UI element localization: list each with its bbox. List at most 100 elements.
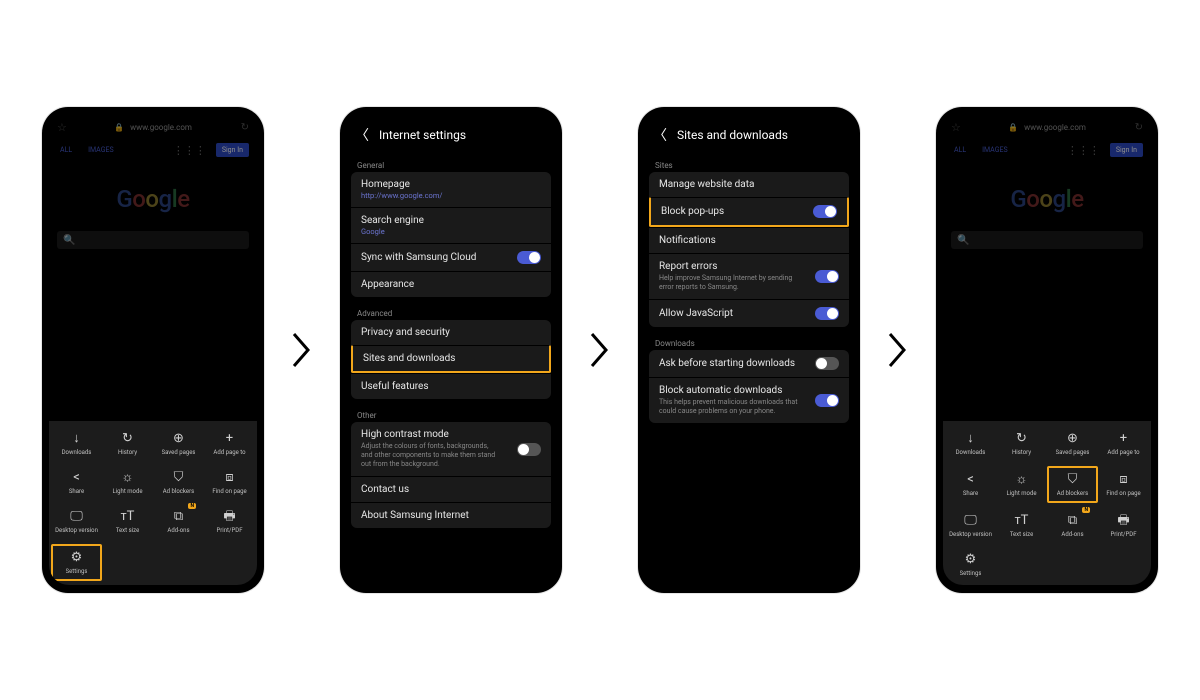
back-icon[interactable]: 〈 (355, 125, 369, 145)
shield-icon: ⛉ (174, 470, 184, 485)
toggle-ask-before-dl[interactable] (815, 357, 839, 370)
refresh-icon[interactable]: ↻ (241, 122, 249, 133)
share-icon: < (73, 470, 80, 485)
menu-desktop-version[interactable]: 🖵Desktop version (945, 509, 996, 542)
find-icon: ⧈ (225, 470, 233, 485)
setting-privacy[interactable]: Privacy and security (351, 320, 551, 345)
globe-icon: ⊕ (173, 431, 184, 446)
menu-saved-pages[interactable]: ⊕Saved pages (1047, 427, 1098, 460)
bookmark-star-icon[interactable]: ☆ (951, 121, 961, 134)
setting-about[interactable]: About Samsung Internet (351, 502, 551, 528)
chevron-right-icon (880, 330, 916, 370)
settings-title: Internet settings (379, 128, 466, 142)
menu-share[interactable]: <Share (51, 466, 102, 499)
setting-manage-website-data[interactable]: Manage website data (649, 172, 849, 197)
chevron-right-icon (582, 330, 618, 370)
tab-all[interactable]: ALL (951, 144, 969, 156)
section-other: Other (347, 405, 555, 422)
menu-settings[interactable]: ⚙Settings (51, 544, 102, 581)
plugin-icon: ⧉ (1068, 513, 1077, 528)
section-sites: Sites (645, 155, 853, 172)
menu-print-pdf[interactable]: 🖶Print/PDF (1098, 509, 1149, 542)
menu-light-mode[interactable]: ☼Light mode (996, 466, 1047, 503)
menu-print-pdf[interactable]: 🖶Print/PDF (204, 505, 255, 538)
menu-find-on-page[interactable]: ⧈Find on page (1098, 466, 1149, 503)
setting-block-popups[interactable]: Block pop-ups (649, 197, 849, 227)
setting-sync[interactable]: Sync with Samsung Cloud (351, 243, 551, 271)
toggle-sync[interactable] (517, 251, 541, 264)
plus-icon: + (1120, 431, 1127, 446)
menu-downloads[interactable]: ↓Downloads (945, 427, 996, 460)
apps-grid-icon[interactable]: ⋮⋮⋮ (1067, 144, 1100, 157)
menu-add-ons[interactable]: ⧉NAdd-ons (153, 505, 204, 538)
textsize-icon: ᴛT (1015, 513, 1029, 528)
url-text: www.google.com (1024, 123, 1086, 132)
history-icon: ↻ (122, 431, 133, 446)
menu-history[interactable]: ↻History (996, 427, 1047, 460)
back-icon[interactable]: 〈 (653, 125, 667, 145)
section-advanced: Advanced (347, 303, 555, 320)
search-input[interactable]: 🔍 (57, 231, 249, 249)
menu-add-page[interactable]: +Add page to (204, 427, 255, 460)
menu-share[interactable]: <Share (945, 466, 996, 503)
find-icon: ⧈ (1119, 472, 1127, 487)
menu-ad-blockers[interactable]: ⛉Ad blockers (153, 466, 204, 499)
menu-settings[interactable]: ⚙Settings (945, 548, 996, 581)
download-icon: ↓ (967, 431, 974, 446)
setting-contact[interactable]: Contact us (351, 476, 551, 502)
toggle-allow-js[interactable] (815, 307, 839, 320)
sitesdl-title: Sites and downloads (677, 128, 788, 142)
print-icon: 🖶 (223, 509, 235, 524)
setting-allow-js[interactable]: Allow JavaScript (649, 299, 849, 327)
toggle-high-contrast[interactable] (517, 443, 541, 456)
toggle-block-popups[interactable] (813, 205, 837, 218)
phone-step-1: ☆ 🔒 www.google.com ↻ ALL IMAGES ⋮⋮⋮ Sign… (42, 107, 264, 593)
search-input[interactable]: 🔍 (951, 231, 1143, 249)
address-bar[interactable]: ☆ 🔒 www.google.com ↻ (943, 115, 1151, 139)
tab-images[interactable]: IMAGES (85, 144, 117, 156)
menu-downloads[interactable]: ↓Downloads (51, 427, 102, 460)
signin-button[interactable]: Sign In (1110, 143, 1143, 157)
share-icon: < (967, 472, 974, 487)
sun-icon: ☼ (122, 470, 134, 485)
sun-icon: ☼ (1016, 472, 1028, 487)
menu-saved-pages[interactable]: ⊕Saved pages (153, 427, 204, 460)
menu-add-ons[interactable]: ⧉NAdd-ons (1047, 509, 1098, 542)
apps-grid-icon[interactable]: ⋮⋮⋮ (173, 144, 206, 157)
setting-block-auto-dl[interactable]: Block automatic downloads This helps pre… (649, 377, 849, 423)
globe-icon: ⊕ (1067, 431, 1078, 446)
refresh-icon[interactable]: ↻ (1135, 122, 1143, 133)
shield-icon: ⛉ (1068, 472, 1078, 487)
setting-appearance[interactable]: Appearance (351, 271, 551, 297)
menu-add-page[interactable]: +Add page to (1098, 427, 1149, 460)
setting-report-errors[interactable]: Report errors Help improve Samsung Inter… (649, 253, 849, 299)
plugin-icon: ⧉ (174, 509, 183, 524)
menu-text-size[interactable]: ᴛTText size (996, 509, 1047, 542)
menu-ad-blockers[interactable]: ⛉Ad blockers (1047, 466, 1098, 503)
address-bar[interactable]: ☆ 🔒 www.google.com ↻ (49, 115, 257, 139)
signin-button[interactable]: Sign In (216, 143, 249, 157)
tab-all[interactable]: ALL (57, 144, 75, 156)
section-downloads: Downloads (645, 333, 853, 350)
monitor-icon: 🖵 (70, 509, 83, 524)
google-logo: Google (943, 185, 1151, 213)
lock-icon: 🔒 (114, 123, 124, 132)
tab-images[interactable]: IMAGES (979, 144, 1011, 156)
setting-search-engine[interactable]: Search engine Google (351, 207, 551, 243)
menu-text-size[interactable]: ᴛTText size (102, 505, 153, 538)
setting-notifications[interactable]: Notifications (649, 227, 849, 253)
bookmark-star-icon[interactable]: ☆ (57, 121, 67, 134)
setting-sites-downloads[interactable]: Sites and downloads (351, 345, 551, 373)
toggle-report-errors[interactable] (815, 270, 839, 283)
settings-header: 〈 Internet settings (347, 115, 555, 155)
setting-ask-before-dl[interactable]: Ask before starting downloads (649, 350, 849, 377)
setting-useful[interactable]: Useful features (351, 373, 551, 399)
setting-homepage[interactable]: Homepage http://www.google.com/ (351, 172, 551, 207)
menu-desktop-version[interactable]: 🖵Desktop version (51, 505, 102, 538)
menu-find-on-page[interactable]: ⧈Find on page (204, 466, 255, 499)
toggle-block-auto-dl[interactable] (815, 394, 839, 407)
download-icon: ↓ (73, 431, 80, 446)
menu-history[interactable]: ↻History (102, 427, 153, 460)
menu-light-mode[interactable]: ☼Light mode (102, 466, 153, 499)
setting-high-contrast[interactable]: High contrast mode Adjust the colours of… (351, 422, 551, 476)
